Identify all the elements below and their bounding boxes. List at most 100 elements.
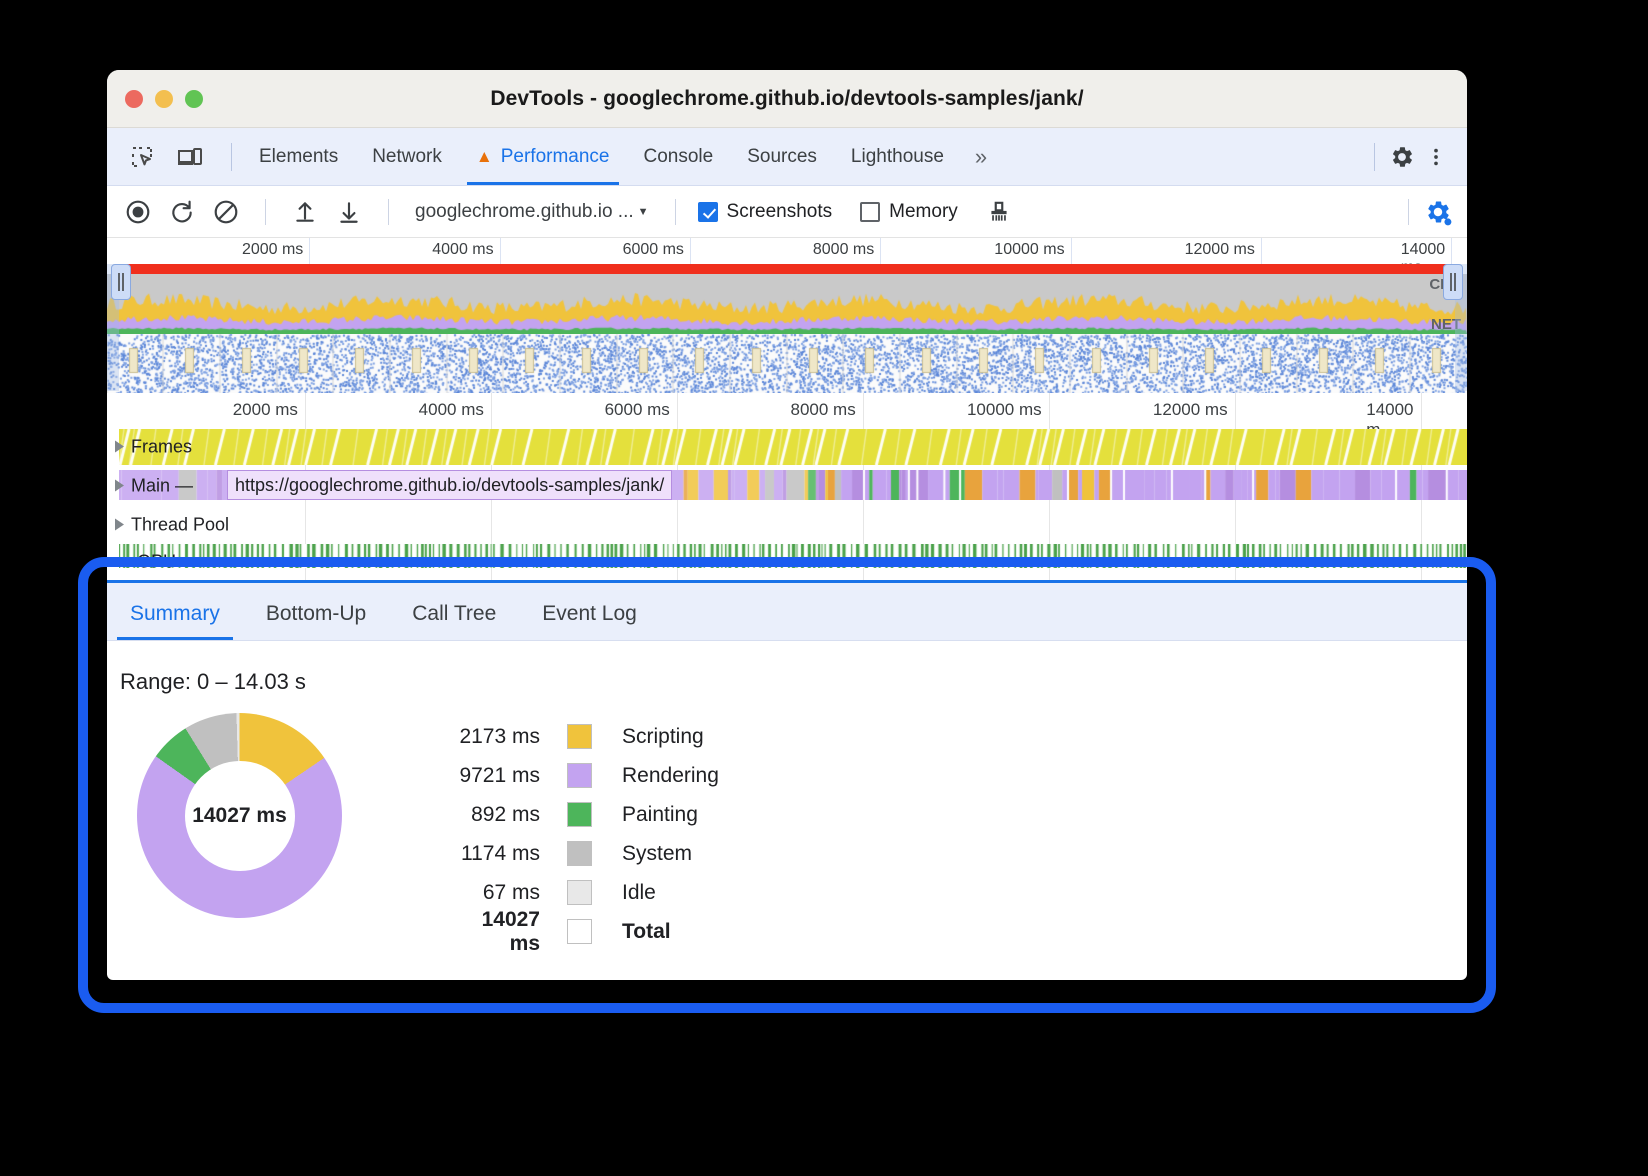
track-main[interactable]: https://googlechrome.github.io/devtools-… [107,466,1467,505]
clear-recording-icon[interactable] [209,196,243,228]
reload-and-record-icon[interactable] [165,196,199,228]
window-titlebar: DevTools - googlechrome.github.io/devtoo… [107,70,1467,128]
tab-event-log-label: Event Log [542,602,637,625]
legend-label: Scripting [592,725,704,749]
gear-icon[interactable] [1385,141,1419,173]
chevron-down-icon: ▼ [638,206,649,218]
screenshots-label: Screenshots [727,201,833,223]
tab-lighthouse-label: Lighthouse [851,146,944,168]
flame-chart[interactable]: 2000 ms4000 ms6000 ms8000 ms10000 ms1200… [107,393,1467,583]
target-page-value: googlechrome.github.io ... [415,201,634,223]
expand-triangle-icon[interactable] [115,519,124,531]
legend-row[interactable]: 892 msPainting [452,795,719,834]
activity-donut-chart[interactable]: 14027 ms [137,713,342,918]
record-button[interactable] [121,196,155,228]
expand-triangle-icon[interactable] [115,441,124,453]
screenshot-root: DevTools - googlechrome.github.io/devtoo… [0,0,1648,1176]
tab-elements[interactable]: Elements [242,128,355,185]
legend-value: 892 ms [452,803,567,827]
memory-checkbox-box[interactable] [860,202,880,222]
tabbar-left-icons [107,141,242,173]
track-thread-pool-title[interactable]: Thread Pool [115,514,229,535]
legend-label: Total [592,920,671,944]
flame-tick-label: 8000 ms [791,400,863,420]
track-main-title[interactable]: Main — [115,475,193,496]
overview-cpu-chart [107,274,1467,334]
tab-list: Elements Network ▲ Performance Console S… [242,128,999,185]
tabbar-right-icons [1364,141,1467,173]
device-toolbar-icon[interactable] [173,141,207,173]
tab-performance[interactable]: ▲ Performance [459,128,627,185]
capture-settings-gear-icon[interactable] [1421,196,1455,228]
tab-network[interactable]: Network [355,128,459,185]
devtools-window: DevTools - googlechrome.github.io/devtoo… [107,70,1467,980]
legend-swatch [567,880,592,905]
collect-garbage-icon[interactable] [982,196,1016,228]
tabbar-right-divider [1374,143,1375,171]
toolbar-divider-1 [265,199,266,225]
toolbar-divider-4 [1408,199,1409,225]
legend-row[interactable]: 14027 msTotal [452,912,719,951]
more-tabs-icon[interactable]: » [961,144,999,170]
legend-swatch [567,802,592,827]
tab-call-tree[interactable]: Call Tree [389,602,519,640]
summary-body: 14027 ms 2173 ms Scripting 9721 msRenderin… [107,695,1467,951]
track-frames-label: Frames [131,436,192,457]
record-controls: googlechrome.github.io ... ▼ Screenshots… [107,196,1016,228]
tab-summary-label: Summary [130,602,220,625]
track-gpu-label: GPU [137,552,176,573]
screenshots-checkbox-box[interactable] [698,202,718,222]
flame-ruler: 2000 ms4000 ms6000 ms8000 ms10000 ms1200… [107,393,1467,427]
tab-call-tree-label: Call Tree [412,602,496,625]
save-profile-icon[interactable] [332,196,366,228]
legend-value: 1174 ms [452,842,567,866]
expand-triangle-icon[interactable] [115,480,124,492]
memory-checkbox[interactable]: Memory [860,201,958,223]
tab-sources-label: Sources [747,146,817,168]
legend-label: Idle [592,881,656,905]
overview-left-handle[interactable] [111,264,131,300]
track-main-label: Main — [131,475,193,496]
toolbar-divider-3 [675,199,676,225]
flame-tick-label: 2000 ms [233,400,305,420]
main-url-chip: https://googlechrome.github.io/devtools-… [227,470,672,500]
overview-tick-label: 4000 ms [432,241,499,259]
timeline-overview[interactable]: 2000 ms4000 ms6000 ms8000 ms10000 ms1200… [107,238,1467,393]
details-tablist: Summary Bottom-Up Call Tree Event Log [107,583,1467,641]
tab-sources[interactable]: Sources [730,128,834,185]
legend-row[interactable]: 1174 msSystem [452,834,719,873]
overview-right-handle[interactable] [1443,264,1463,300]
track-frames-title[interactable]: Frames [115,436,192,457]
tab-network-label: Network [372,146,442,168]
screenshots-checkbox[interactable]: Screenshots [698,201,833,223]
tab-summary[interactable]: Summary [107,602,243,640]
overview-tick-label: 10000 ms [994,241,1070,259]
track-gpu[interactable]: GPU [107,544,1467,580]
tab-console[interactable]: Console [627,128,731,185]
legend-value: 2173 ms [452,725,567,749]
track-gpu-title: GPU [137,552,176,573]
tab-bottom-up[interactable]: Bottom-Up [243,602,389,640]
inspect-element-icon[interactable] [125,141,159,173]
devtools-tabbar: Elements Network ▲ Performance Console S… [107,128,1467,186]
tab-event-log[interactable]: Event Log [519,602,660,640]
more-options-icon[interactable] [1419,141,1453,173]
legend-row[interactable]: 67 ms Idle [452,873,719,912]
tab-performance-label: Performance [501,146,610,168]
load-profile-icon[interactable] [288,196,322,228]
legend-swatch [567,919,592,944]
track-frames[interactable]: Frames [107,427,1467,466]
legend-label: Rendering [592,764,719,788]
target-page-select[interactable]: googlechrome.github.io ... ▼ [411,199,653,225]
overview-network-bar [119,264,1455,274]
track-thread-pool[interactable]: Thread Pool [107,505,1467,544]
performance-toolbar: googlechrome.github.io ... ▼ Screenshots… [107,186,1467,238]
tab-elements-label: Elements [259,146,338,168]
tab-lighthouse[interactable]: Lighthouse [834,128,961,185]
legend-row[interactable]: 2173 ms Scripting [452,717,719,756]
donut-center-label: 14027 ms [185,761,295,871]
legend-value: 67 ms [452,881,567,905]
window-title: DevTools - googlechrome.github.io/devtoo… [107,87,1467,111]
legend-row[interactable]: 9721 msRendering [452,756,719,795]
legend-swatch [567,724,592,749]
